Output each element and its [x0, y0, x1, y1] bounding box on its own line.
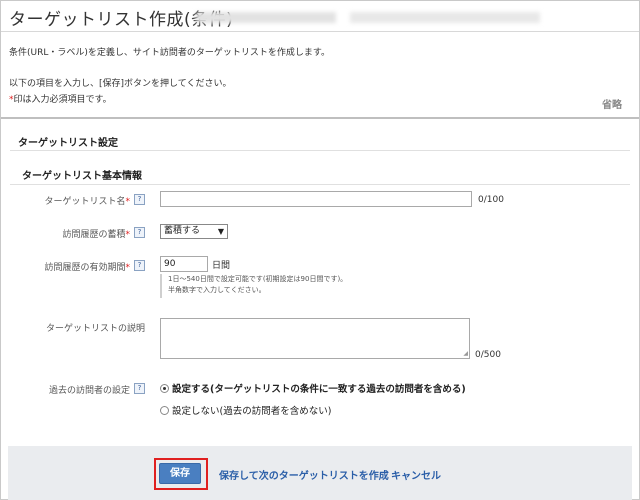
validity-label: 訪問履歴の有効期間* [44, 263, 130, 273]
description-label: ターゲットリストの説明 [45, 324, 145, 334]
help-icon[interactable]: ? [134, 194, 145, 205]
help-icon[interactable]: ? [134, 260, 145, 271]
divider [1, 31, 639, 32]
save-and-create-next-link[interactable]: 保存して次のターゲットリストを作成 [219, 467, 389, 482]
cancel-link[interactable]: キャンセル [391, 467, 441, 482]
accumulate-selected-value: 蓄積する [164, 226, 201, 236]
validity-note: 1日〜540日間で設定可能です(初期設定は90日間です)。 半角数字で入力してく… [160, 274, 370, 298]
validity-note-line: 1日〜540日間で設定可能です(初期設定は90日間です)。 [168, 275, 348, 283]
radio-button-checked[interactable] [160, 383, 169, 393]
window-frame [0, 0, 640, 500]
collapse-toggle[interactable]: 省略 [602, 96, 622, 111]
radio-option-include-past[interactable]: 設定する(ターゲットリストの条件に一致する過去の訪問者を含める) [160, 381, 466, 395]
required-note: *印は入力必須項目です。 [9, 92, 112, 105]
required-note-text: 印は入力必須項目です。 [13, 95, 112, 105]
name-label: ターゲットリスト名* [44, 197, 130, 207]
description-textarea[interactable]: ◢ [160, 318, 470, 359]
redacted-text [350, 12, 540, 23]
section-title-settings: ターゲットリスト設定 [18, 138, 118, 149]
page-instruction: 以下の項目を入力し、[保存]ボタンを押してください。 [9, 79, 232, 89]
redacted-text [196, 12, 336, 23]
divider [10, 184, 630, 185]
page-description: 条件(URL・ラベル)を定義し、サイト訪問者のターゲットリストを作成します。 [9, 48, 330, 58]
help-icon[interactable]: ? [134, 383, 145, 394]
divider [10, 150, 630, 151]
validity-unit: 日間 [212, 261, 231, 271]
accumulate-select[interactable]: 蓄積する ▼ [160, 224, 228, 239]
accumulate-label: 訪問履歴の蓄積* [62, 230, 130, 240]
section-divider [1, 117, 639, 119]
past-visitors-label: 過去の訪問者の設定 [48, 386, 130, 396]
validity-days-input[interactable]: 90 [160, 256, 208, 272]
radio-button[interactable] [160, 405, 169, 415]
validity-note-line: 半角数字で入力してください。 [168, 286, 266, 294]
save-button[interactable]: 保存 [159, 463, 201, 484]
section-title-basic-info: ターゲットリスト基本情報 [22, 171, 142, 182]
help-icon[interactable]: ? [134, 227, 145, 238]
resize-handle-icon[interactable]: ◢ [463, 350, 468, 357]
target-list-name-input[interactable] [160, 191, 472, 207]
description-char-counter: 0/500 [475, 350, 501, 360]
name-char-counter: 0/100 [478, 195, 504, 205]
radio-option-exclude-past[interactable]: 設定しない(過去の訪問者を含めない) [160, 403, 331, 417]
dropdown-arrow-icon: ▼ [217, 227, 224, 236]
